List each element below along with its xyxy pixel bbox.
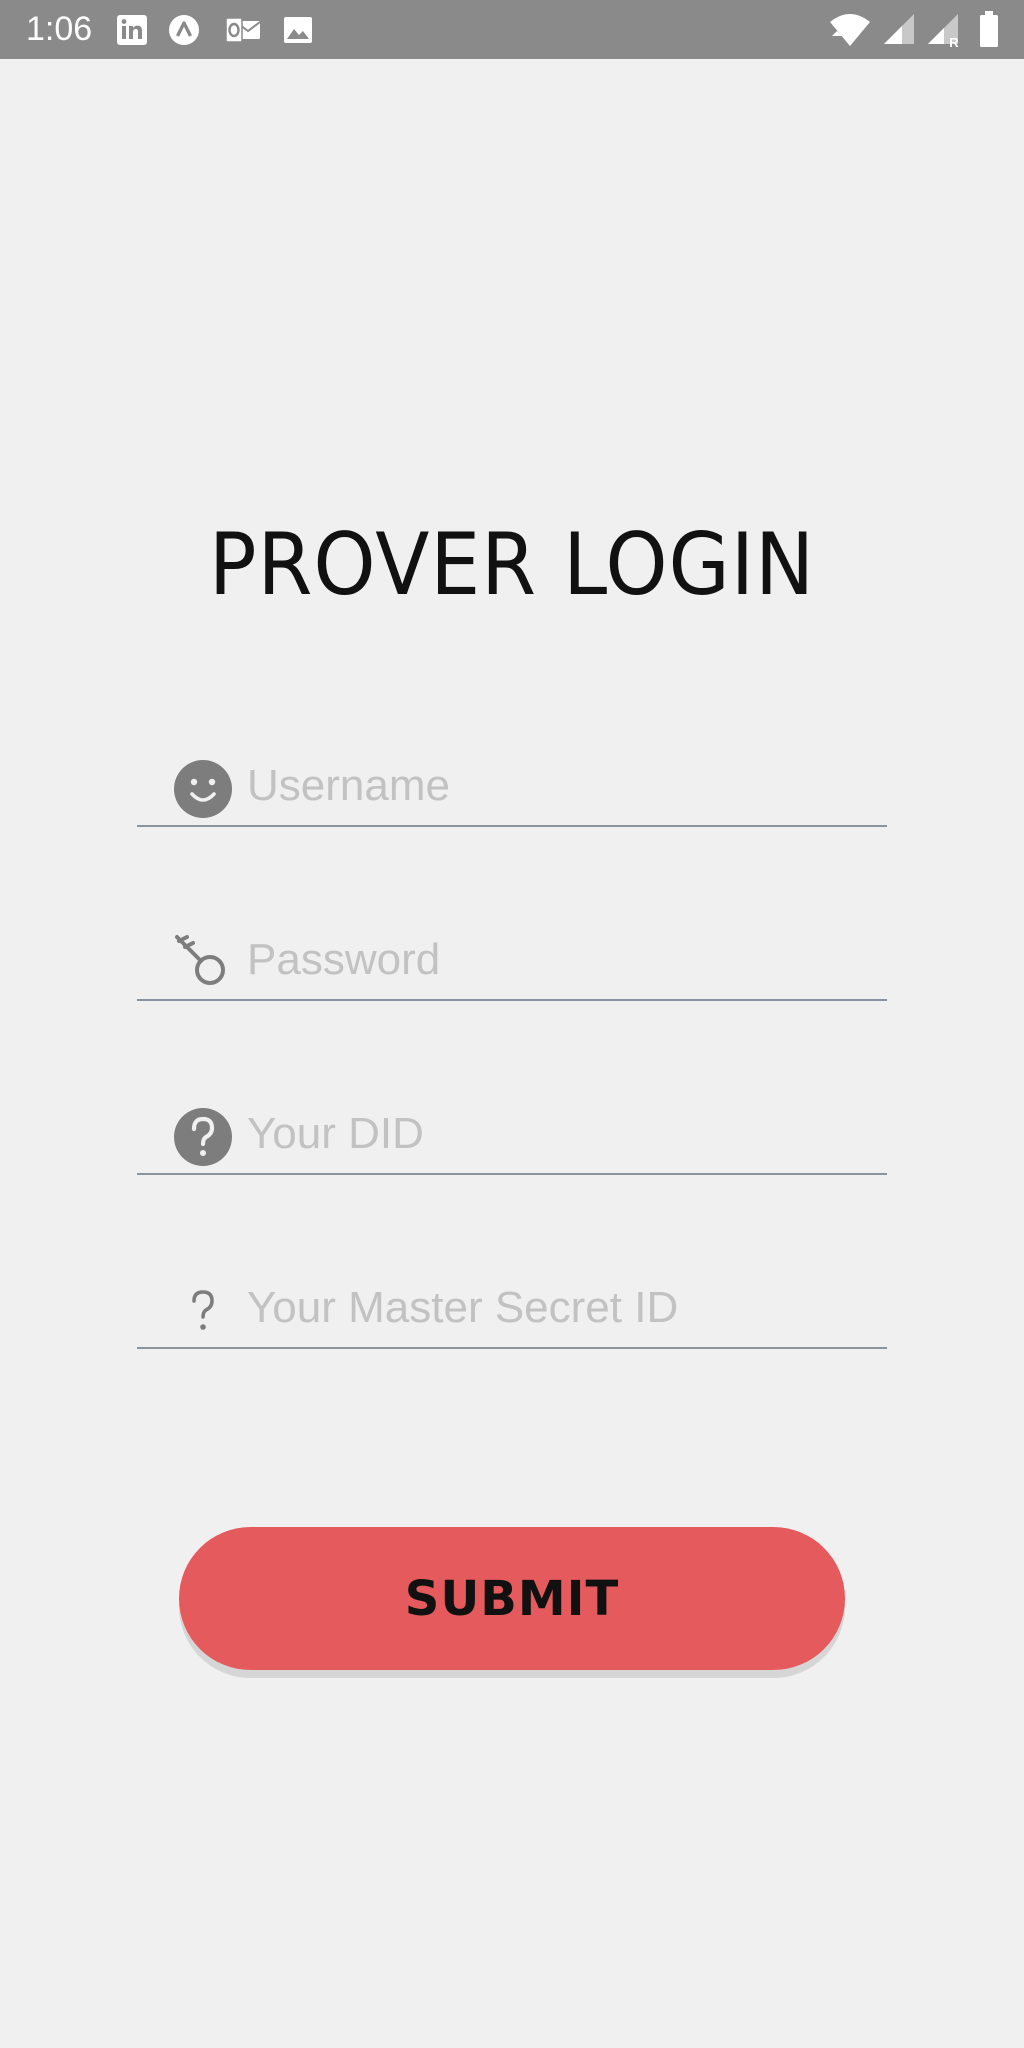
submit-button[interactable]: SUBMIT [179,1527,845,1670]
username-field [137,745,887,827]
roaming-indicator: R [949,35,959,48]
did-input[interactable] [247,1101,867,1167]
key-icon [173,933,233,993]
page-title: PROVER LOGIN [208,515,816,615]
battery-icon [978,10,1000,48]
did-field [137,1093,887,1175]
help-circle-icon [173,1107,233,1167]
password-field [137,919,887,1001]
status-time: 1:06 [26,10,93,48]
master-secret-field [137,1267,887,1349]
outlook-icon [224,14,262,46]
password-input[interactable] [247,927,867,993]
signal-icon [882,12,916,46]
linkedin-icon [116,14,148,46]
status-bar: 1:06 R [0,0,1024,59]
image-icon [282,14,314,46]
master-secret-input[interactable] [247,1275,867,1341]
smiley-icon [173,759,233,819]
username-input[interactable] [247,753,867,819]
wifi-icon [828,12,872,48]
question-mark-icon [173,1281,233,1341]
nav-arrow-icon [168,14,200,46]
signal-roaming-icon: R [926,12,962,48]
